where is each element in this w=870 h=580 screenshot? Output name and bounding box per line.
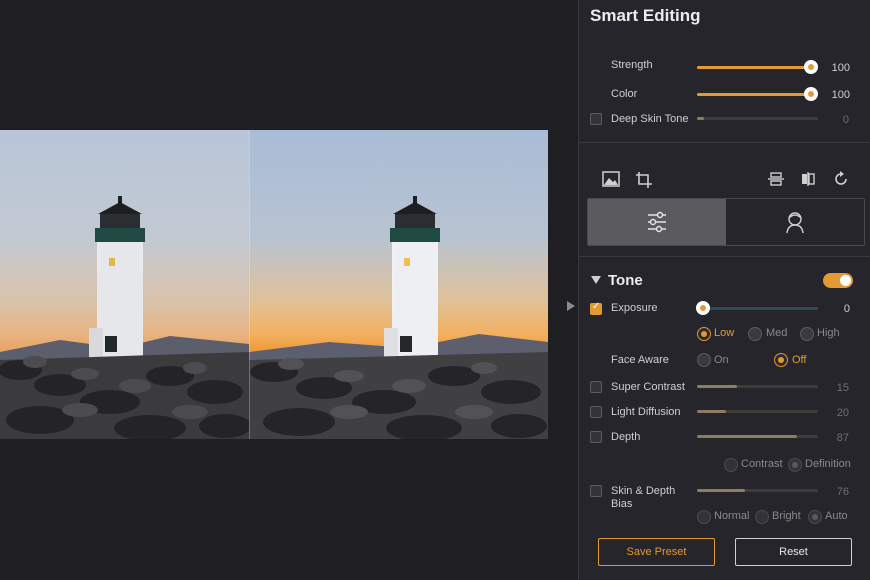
exposure-high-radio[interactable] xyxy=(800,327,814,341)
skin-depth-bias-label-line2: Bias xyxy=(611,498,633,510)
bias-auto-radio[interactable] xyxy=(808,510,822,524)
flip-vertical-icon[interactable] xyxy=(768,171,784,190)
section-divider xyxy=(579,142,870,143)
light-diffusion-slider[interactable] xyxy=(697,410,818,413)
super-contrast-slider[interactable] xyxy=(697,385,818,388)
light-diffusion-label: Light Diffusion xyxy=(611,406,681,418)
depth-checkbox[interactable] xyxy=(590,431,602,443)
bias-bright-radio[interactable] xyxy=(755,510,769,524)
compare-divider[interactable] xyxy=(249,130,250,439)
reset-button[interactable]: Reset xyxy=(735,538,852,566)
sliders-icon xyxy=(648,211,666,233)
strength-slider[interactable] xyxy=(697,60,818,74)
depth-label: Depth xyxy=(611,431,641,443)
face-aware-on-radio[interactable] xyxy=(697,353,711,367)
rotate-icon[interactable] xyxy=(833,171,849,190)
tab-portrait[interactable] xyxy=(726,199,864,245)
save-preset-button[interactable]: Save Preset xyxy=(598,538,715,566)
color-value: 100 xyxy=(831,89,850,101)
color-slider[interactable] xyxy=(697,87,818,101)
crop-icon[interactable] xyxy=(635,171,653,192)
bias-auto-label: Auto xyxy=(825,510,848,522)
exposure-low-label: Low xyxy=(714,327,735,339)
face-aware-label: Face Aware xyxy=(611,354,669,366)
face-aware-on-label: On xyxy=(714,354,729,366)
image-icon[interactable] xyxy=(602,171,620,190)
deep-skin-tone-slider[interactable] xyxy=(697,117,818,120)
exposure-checkbox[interactable] xyxy=(590,301,602,315)
exposure-label: Exposure xyxy=(611,302,658,314)
light-diffusion-checkbox[interactable] xyxy=(590,406,602,418)
bias-bright-label: Bright xyxy=(772,510,801,522)
exposure-high-label: High xyxy=(817,327,840,339)
adjustments-panel: Smart Editing Strength 100 Color 100 Dee… xyxy=(578,0,870,580)
compare-icon[interactable] xyxy=(800,171,816,190)
deep-skin-tone-label: Deep Skin Tone xyxy=(611,113,689,125)
face-aware-off-label: Off xyxy=(792,354,807,366)
strength-slider-handle[interactable] xyxy=(804,60,818,74)
skin-depth-bias-checkbox[interactable] xyxy=(590,485,602,497)
bias-normal-radio[interactable] xyxy=(697,510,711,524)
panel-collapse-icon[interactable] xyxy=(567,301,575,311)
bias-normal-label: Normal xyxy=(714,510,750,522)
exposure-med-label: Med xyxy=(766,327,788,339)
section-divider xyxy=(579,256,870,257)
skin-depth-bias-value: 76 xyxy=(836,486,849,498)
deep-skin-tone-value: 0 xyxy=(842,114,849,126)
exposure-slider[interactable] xyxy=(696,301,818,315)
tone-expand-icon[interactable] xyxy=(591,276,601,284)
skin-depth-bias-label: Skin & Depth xyxy=(611,485,676,497)
color-slider-handle[interactable] xyxy=(804,87,818,101)
tone-toggle[interactable] xyxy=(823,273,853,288)
super-contrast-checkbox[interactable] xyxy=(590,381,602,393)
image-canvas[interactable] xyxy=(0,0,578,580)
before-image xyxy=(0,130,249,439)
depth-contrast-label: Contrast xyxy=(741,458,783,470)
smart-editing-title: Smart Editing xyxy=(590,6,701,25)
tone-title: Tone xyxy=(608,272,643,289)
face-portrait-icon xyxy=(786,212,804,234)
depth-definition-radio[interactable] xyxy=(788,458,802,472)
after-image xyxy=(249,130,548,439)
strength-value: 100 xyxy=(831,62,850,74)
before-after-photo[interactable] xyxy=(0,130,548,439)
exposure-med-radio[interactable] xyxy=(748,327,762,341)
light-diffusion-value: 20 xyxy=(836,407,849,419)
deep-skin-tone-checkbox[interactable] xyxy=(590,113,602,125)
depth-contrast-radio[interactable] xyxy=(724,458,738,472)
skin-depth-bias-slider[interactable] xyxy=(697,489,818,492)
exposure-low-radio[interactable] xyxy=(697,327,711,341)
exposure-slider-handle[interactable] xyxy=(696,301,710,315)
exposure-value: 0 xyxy=(843,303,850,315)
super-contrast-value: 15 xyxy=(836,382,849,394)
depth-value: 87 xyxy=(836,432,849,444)
mode-tabs xyxy=(587,198,865,246)
face-aware-off-radio[interactable] xyxy=(774,353,788,367)
color-label: Color xyxy=(611,88,638,100)
super-contrast-label: Super Contrast xyxy=(611,381,685,393)
tab-adjustments[interactable] xyxy=(588,199,726,245)
depth-definition-label: Definition xyxy=(805,458,851,470)
depth-slider[interactable] xyxy=(697,435,818,438)
strength-label: Strength xyxy=(611,59,653,71)
